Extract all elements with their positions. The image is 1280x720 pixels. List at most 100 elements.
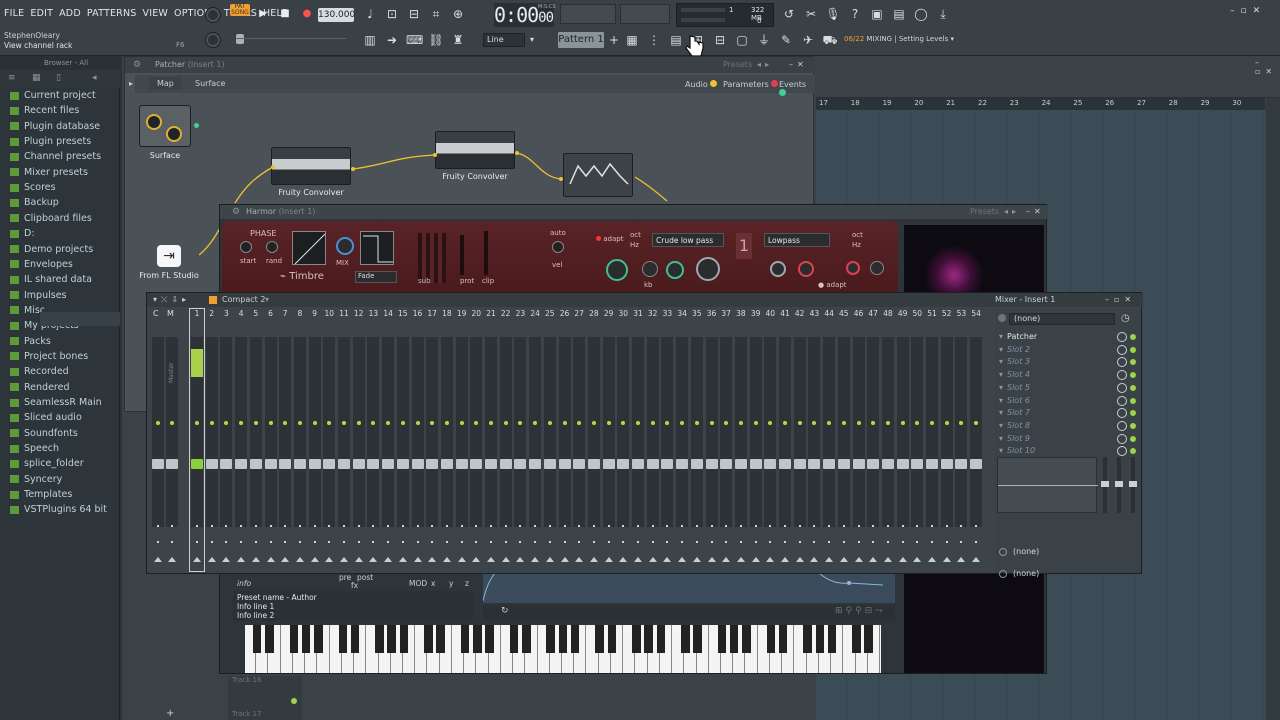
track-route-dot[interactable] [651,525,654,527]
track-enable-led[interactable] [400,421,405,425]
track-volume-fader[interactable] [896,459,909,469]
mixer-track[interactable]: 22 [499,309,513,571]
mixer-track[interactable]: 14 [381,309,395,571]
help-icon[interactable]: ? [847,6,863,22]
piano-roll-icon[interactable]: ▥ [362,32,378,48]
step-edit-icon[interactable]: ⌗ [428,6,444,22]
mixer-track[interactable]: 26 [558,309,572,571]
track-send-arrow-icon[interactable] [795,557,804,562]
menu-file[interactable]: FILE [4,8,24,19]
track-send-arrow-icon[interactable] [751,557,760,562]
black-key[interactable] [717,625,727,653]
mixer-track[interactable]: 27 [572,309,586,571]
track-route-dot[interactable] [592,541,595,543]
browser-item[interactable]: Sliced audio [10,412,82,423]
track-route-dot[interactable] [901,525,904,527]
harmor-gear-icon[interactable]: ⚙ [232,205,240,219]
slot-mix-knob[interactable] [1117,408,1127,419]
filter-1-res-knob[interactable] [642,261,658,277]
master-pitch-knob-icon[interactable] [205,32,221,48]
master-track[interactable]: Master [165,309,179,571]
mixer-track[interactable]: 47 [866,309,880,571]
modulation-envelope[interactable] [482,572,895,603]
black-key[interactable] [570,625,580,653]
track-volume-fader[interactable] [191,459,203,469]
track-send-arrow-icon[interactable] [839,557,848,562]
track-send-arrow-icon[interactable] [575,557,584,562]
browser-item[interactable]: D: [10,228,35,239]
track-enable-led[interactable] [900,421,905,425]
track-route-dot[interactable] [504,541,507,543]
mod-y-tab[interactable]: y [449,579,453,588]
slot-menu-arrow-icon[interactable]: ▾ [999,395,1003,407]
menu-view[interactable]: VIEW [143,8,169,19]
track-send-arrow-icon[interactable] [545,557,554,562]
mixer-track[interactable]: 49 [896,309,910,571]
track-route-dot[interactable] [254,541,257,543]
arrow-icon[interactable]: ➜ [384,32,400,48]
track-volume-fader[interactable] [764,459,777,469]
track-volume-fader[interactable] [352,459,365,469]
track-send-arrow-icon[interactable] [766,557,775,562]
track-volume-fader[interactable] [367,459,380,469]
track-volume-fader[interactable] [470,459,483,469]
stop-button[interactable]: ■ [276,7,294,21]
track-volume-fader[interactable] [264,459,277,469]
track-route-dot[interactable] [666,541,669,543]
track-route-dot[interactable] [519,525,522,527]
mixer-track[interactable]: 35 [690,309,704,571]
track-send-arrow-icon[interactable] [487,557,495,562]
link-icon[interactable]: ⛓ [428,32,444,48]
info-tab[interactable]: info [237,579,251,588]
track-send-arrow-icon[interactable] [810,557,819,562]
playlist-window-controls[interactable]: –▫✕ [1255,58,1280,76]
track-volume-fader[interactable] [970,459,983,469]
mixer-track[interactable]: 34 [675,309,689,571]
effect-slot[interactable]: ▾ Slot 9 [997,433,1139,445]
browser-item[interactable]: Plugin presets [10,136,91,147]
post-tab[interactable]: post [357,573,373,582]
insert-output-select-2[interactable]: (none) [997,567,1139,581]
slot-enable-led[interactable] [1130,422,1136,429]
mixer-track[interactable]: 40 [763,309,777,571]
browser-collapse-icon[interactable]: ≡ [8,73,16,83]
mixer-track[interactable]: 51 [925,309,939,571]
track-route-dot[interactable] [622,525,625,527]
browser-item[interactable]: splice_folder [10,458,84,469]
black-key[interactable] [656,625,666,653]
track-volume-fader[interactable] [426,459,439,469]
track-send-arrow-icon[interactable] [707,557,716,562]
track-enable-led[interactable] [297,421,302,425]
black-key[interactable] [852,625,861,653]
mixer-track[interactable]: 15 [396,309,410,571]
track-enable-led[interactable] [856,421,861,425]
track-volume-fader[interactable] [705,459,718,469]
menu-patterns[interactable]: PATTERNS [87,8,137,19]
track-route-dot[interactable] [210,541,213,543]
harmor-presets-label[interactable]: Presets [970,205,999,219]
track-route-dot[interactable] [931,541,933,543]
track-send-arrow-icon[interactable] [354,557,363,562]
black-key[interactable] [681,625,690,653]
timbre-fade-select[interactable]: Fade [355,271,397,283]
insert-input-select[interactable]: (none) [1009,313,1115,325]
mixer-track[interactable]: 9 [308,309,322,571]
mixer-track[interactable]: 18 [440,309,454,571]
plugin-picker-icon[interactable]: ⊟ [712,32,728,48]
slot-enable-led[interactable] [1130,346,1136,353]
effect-slot[interactable]: ▾ Slot 3 [997,356,1139,368]
mixer-track[interactable]: 25 [543,309,557,571]
mixer-track[interactable]: 24 [528,309,542,571]
track-enable-led[interactable] [170,421,174,425]
filter-2-res-knob[interactable] [798,261,814,277]
track-route-dot[interactable] [357,541,360,543]
playlist-scrollbar[interactable] [1266,98,1280,720]
tutorial-hint[interactable]: 06/22 MIXING | Setting Levels ▾ [844,35,954,43]
track-enable-led[interactable] [738,421,743,425]
track-volume-fader[interactable] [279,459,292,469]
track-route-dot[interactable] [563,525,566,527]
envelope-tools-icon[interactable]: ⊞⚲⚲⊟⤳ [835,606,885,616]
black-key[interactable] [301,625,311,653]
track-enable-led[interactable] [503,421,508,425]
track-send-arrow-icon[interactable] [501,557,510,562]
